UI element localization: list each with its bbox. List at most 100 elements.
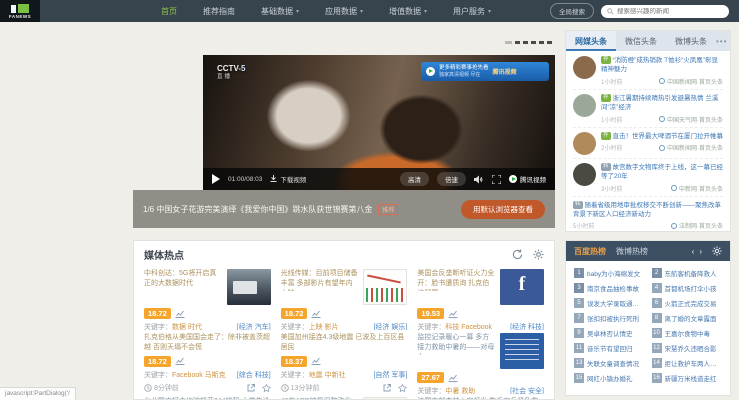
headline-item[interactable]: 荐 “消防橙”成热销款 T恤衫“火凤凰”彰显精神魅力 1小时前 中国新闻网·首页头… bbox=[573, 52, 723, 90]
volume-icon[interactable] bbox=[474, 175, 484, 184]
star-icon[interactable] bbox=[261, 383, 271, 392]
headline-title[interactable]: 转随着省级用地审批权移交不断创新——聚焦改革背景下新区人口经济新动力 bbox=[573, 200, 723, 220]
headline-title[interactable]: 转故宫数字文物库终于上线，这一幕已经等了20年 bbox=[601, 162, 723, 182]
hot-ranking-tab[interactable]: 微博热榜 bbox=[616, 246, 648, 257]
carousel-dot[interactable] bbox=[547, 41, 552, 44]
headline-item[interactable]: 荐直击！世界最大啤酒节在厦门拉开帷幕 2小时前 中国新闻网·首页头条 bbox=[573, 128, 723, 159]
keyword-values[interactable]: 中暑 救助 bbox=[445, 386, 475, 394]
trend-chart-icon[interactable] bbox=[175, 357, 185, 366]
category-tag[interactable]: [社会 安全] bbox=[510, 386, 544, 394]
nav-menu: 首页 ▾ 推荐指南 ▾ 基础数据 ▾ 应用数据 ▾ 增值数据 ▾ bbox=[148, 0, 504, 22]
nav-menu-item[interactable]: 基础数据 ▾ bbox=[248, 0, 312, 22]
keyword-values[interactable]: Facebook 马斯克 bbox=[172, 370, 226, 380]
nav-menu-item[interactable]: 推荐指南 ▾ bbox=[190, 0, 248, 22]
category-tag[interactable]: [经济 汽车] bbox=[237, 322, 271, 330]
headline-title[interactable]: 荐 “消防橙”成热销款 T恤衫“火凤凰”彰显精神魅力 bbox=[601, 56, 723, 75]
carousel-dot[interactable] bbox=[523, 41, 528, 44]
trend-chart-icon[interactable] bbox=[448, 310, 458, 318]
hot-ranking-item[interactable]: 13 失联女童调查情况 bbox=[574, 358, 645, 368]
trend-chart-icon[interactable] bbox=[175, 310, 185, 318]
trend-chart-icon[interactable] bbox=[311, 357, 321, 366]
more-tabs-button[interactable]: ••• bbox=[716, 37, 730, 46]
hot-ranking-item[interactable]: 1 baby为小海绵发文 bbox=[574, 268, 645, 278]
global-search-button[interactable]: 全局搜索 bbox=[550, 3, 594, 19]
search-box[interactable] bbox=[601, 4, 729, 18]
keyword-values[interactable]: 数据 时代 bbox=[172, 322, 202, 330]
prev-arrow-button[interactable]: ‹ bbox=[692, 247, 695, 256]
hd-quality-button[interactable]: 高清 bbox=[400, 172, 429, 186]
media-card-thumbnail[interactable] bbox=[499, 333, 544, 369]
nav-menu-item[interactable]: 增值数据 ▾ bbox=[376, 0, 440, 22]
hot-ranking-item[interactable]: 14 拒让救护车两人身亡 bbox=[651, 358, 722, 368]
hot-ranking-item[interactable]: 15 网红小镇办婚礼 bbox=[574, 373, 645, 383]
gear-icon[interactable] bbox=[712, 246, 722, 256]
headlines-tab[interactable]: 网媒头条 bbox=[566, 31, 616, 51]
headline-item[interactable]: 转随着省级用地审批权移交不断创新——聚焦改革背景下新区人口经济新动力 5小时前 … bbox=[573, 197, 723, 231]
carousel-dot[interactable] bbox=[539, 41, 544, 44]
media-card-title[interactable]: 扎克伯格从美国国会走了：除非被盖茨超越 否则天塌不会慌 bbox=[144, 333, 271, 353]
headline-title[interactable]: 荐直击！世界最大啤酒节在厦门拉开帷幕 bbox=[601, 131, 723, 141]
headlines-panel: 网媒头条 微信头条 微博头条 ••• 荐 “消防橙”成热销款 T恤衫“火凤凰”彰显… bbox=[565, 30, 731, 232]
download-video-button[interactable]: 下载视频 bbox=[270, 174, 306, 184]
hot-ranking-item[interactable]: 10 王嘉尔食物中毒 bbox=[651, 328, 723, 338]
playback-speed-button[interactable]: 倍速 bbox=[437, 172, 466, 186]
category-tag[interactable]: [综合 科技] bbox=[237, 370, 271, 380]
keyword-values[interactable]: 科技 Facebook bbox=[445, 322, 492, 330]
hot-ranking-item[interactable]: 16 新疆万米栈道走红 bbox=[651, 373, 723, 383]
headline-item[interactable]: 荐浙江暑期持续晴热引发避暑热情 兰溪间“凉”经济 1小时前 中国天气网·首页头条 bbox=[573, 90, 723, 128]
nav-menu-item[interactable]: 首页 ▾ bbox=[148, 0, 190, 22]
fanews-logo[interactable]: FANEWS bbox=[0, 0, 40, 22]
media-card-thumbnail[interactable] bbox=[226, 269, 271, 305]
media-card-title[interactable]: 美国会反垄断听证火力全开：脸书遭质询 扎克伯格解围 bbox=[417, 269, 495, 291]
media-card-title[interactable]: 监控记录暖心一幕 多方接力救助中暑的——对母女 bbox=[417, 333, 495, 355]
gear-icon[interactable] bbox=[533, 249, 544, 260]
trend-chart-icon[interactable] bbox=[311, 310, 321, 318]
next-arrow-button[interactable]: › bbox=[699, 247, 702, 256]
video-ad-banner[interactable]: 更多精彩赛事抢先看 独家高清视频 尽在 腾讯视频 bbox=[421, 62, 549, 81]
headline-title[interactable]: 荐浙江暑期持续晴热引发避暑热情 兰溪间“凉”经济 bbox=[601, 94, 723, 113]
headline-item[interactable]: 转故宫数字文物库终于上线，这一幕已经等了20年 3小时前 中新网·首页头条 bbox=[573, 159, 723, 197]
headlines-tab[interactable]: 微信头条 bbox=[616, 31, 666, 51]
media-card-title[interactable]: 中科创达：5G将开启真正的大数据时代 bbox=[144, 269, 222, 291]
hot-ranking-item[interactable]: 5 误发大学录取通知书 bbox=[574, 298, 645, 308]
keyword-values[interactable]: 地震 中新社 bbox=[309, 370, 346, 380]
media-card-title[interactable]: 美国加州接连4.3级地震 已波及上百区县居民 bbox=[281, 333, 408, 353]
carousel-dot[interactable] bbox=[515, 41, 520, 44]
tencent-video-brand[interactable]: 腾讯视频 bbox=[509, 174, 546, 184]
hot-ranking-item[interactable]: 2 东航客机备降救人 bbox=[651, 268, 723, 278]
category-tag[interactable]: [自然 军事] bbox=[373, 370, 407, 380]
category-tag[interactable]: [经济 科技] bbox=[510, 322, 544, 330]
media-card-title[interactable]: 光线传媒：目前项目储备丰富 多部影片有望年内上映 bbox=[281, 269, 359, 291]
search-input[interactable] bbox=[617, 7, 723, 15]
fullscreen-icon[interactable] bbox=[492, 174, 501, 184]
hot-ranking-item[interactable]: 12 宋慧乔久违晒合影 bbox=[651, 343, 723, 353]
play-button[interactable] bbox=[212, 174, 220, 184]
external-link-icon[interactable] bbox=[247, 383, 255, 392]
nav-menu-item[interactable]: 应用数据 ▾ bbox=[312, 0, 376, 22]
carousel-dot[interactable] bbox=[531, 41, 536, 44]
star-icon[interactable] bbox=[398, 383, 408, 392]
hot-ranking-item[interactable]: 6 火箭正式完成交易 bbox=[651, 298, 723, 308]
carousel-dot[interactable] bbox=[505, 41, 512, 44]
category-tag[interactable]: [经济 娱乐] bbox=[373, 322, 407, 330]
keyword-values[interactable]: 上映 影片 bbox=[309, 322, 339, 330]
hot-ranking-item[interactable]: 11 音乐节有望回归 bbox=[574, 343, 645, 353]
hot-ranking-item[interactable]: 3 南京食品抽检事故 bbox=[574, 283, 645, 293]
hot-ranking-item[interactable]: 9 吴卓林否认情史 bbox=[574, 328, 645, 338]
open-in-browser-button[interactable]: 用默认浏览器查看 bbox=[461, 199, 545, 219]
external-link-icon[interactable] bbox=[383, 383, 392, 392]
hot-ranking-tab[interactable]: 百度热榜 bbox=[574, 246, 606, 257]
headlines-tab[interactable]: 微博头条 bbox=[666, 31, 716, 51]
media-card-thumbnail[interactable] bbox=[363, 269, 408, 305]
refresh-icon[interactable] bbox=[512, 249, 523, 260]
media-card-thumbnail[interactable] bbox=[499, 269, 544, 305]
hot-ranking-item[interactable]: 4 首都机场打伞小孩 bbox=[651, 283, 723, 293]
hot-ranking-item[interactable]: 7 张扣扣被执行死刑 bbox=[574, 313, 645, 323]
video-player[interactable]: CCTV-5 直播 更多精彩赛事抢先看 独家高清视频 尽在 腾讯视频 01:00… bbox=[203, 55, 555, 190]
nav-menu-item[interactable]: 用户服务 ▾ bbox=[440, 0, 504, 22]
hot-ranking-item[interactable]: 8 离了婚的文章露面 bbox=[651, 313, 723, 323]
carousel-indicator[interactable] bbox=[505, 41, 552, 44]
trend-chart-icon[interactable] bbox=[448, 374, 458, 382]
rank-badge: 10 bbox=[651, 328, 662, 338]
recommend-badge: 荐 bbox=[601, 131, 611, 140]
